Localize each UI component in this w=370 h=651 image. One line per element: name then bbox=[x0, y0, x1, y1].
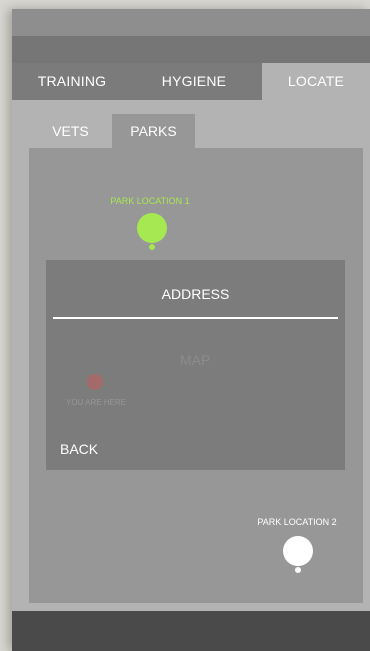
park-location-1-label: PARK LOCATION 1 bbox=[110, 196, 190, 206]
main-tab-bar: TRAINING HYGIENE LOCATE bbox=[12, 63, 370, 100]
sub-tab-parks[interactable]: PARKS bbox=[112, 114, 195, 148]
park-location-1-pin-icon[interactable] bbox=[137, 213, 167, 243]
phone-screen: TRAINING HYGIENE LOCATE VETS PARKS PARK … bbox=[12, 9, 370, 651]
park-location-2-label: PARK LOCATION 2 bbox=[257, 517, 337, 527]
you-are-here-label: YOU ARE HERE bbox=[65, 398, 126, 407]
parks-map-panel: PARK LOCATION 1 ADDRESS MAP YOU ARE HERE… bbox=[29, 148, 363, 603]
park-location-2-pin-tip bbox=[295, 567, 301, 573]
park-location-2-pin-icon[interactable] bbox=[283, 536, 313, 566]
address-divider bbox=[53, 317, 338, 319]
sub-tab-vets[interactable]: VETS bbox=[29, 114, 112, 148]
tab-locate[interactable]: LOCATE bbox=[262, 63, 370, 100]
status-bar bbox=[12, 9, 370, 36]
current-location-marker-icon bbox=[87, 374, 103, 390]
bottom-bar bbox=[12, 611, 370, 651]
tab-hygiene[interactable]: HYGIENE bbox=[132, 63, 256, 100]
map-placeholder: MAP bbox=[180, 352, 211, 368]
header-band bbox=[12, 36, 370, 63]
back-button[interactable]: BACK bbox=[60, 441, 98, 457]
address-card: ADDRESS MAP YOU ARE HERE BACK bbox=[46, 260, 345, 470]
park-location-1-pin-tip bbox=[149, 244, 155, 250]
address-title: ADDRESS bbox=[161, 286, 230, 302]
tab-training[interactable]: TRAINING bbox=[12, 63, 132, 100]
locate-content: VETS PARKS PARK LOCATION 1 ADDRESS MAP Y… bbox=[12, 100, 370, 611]
